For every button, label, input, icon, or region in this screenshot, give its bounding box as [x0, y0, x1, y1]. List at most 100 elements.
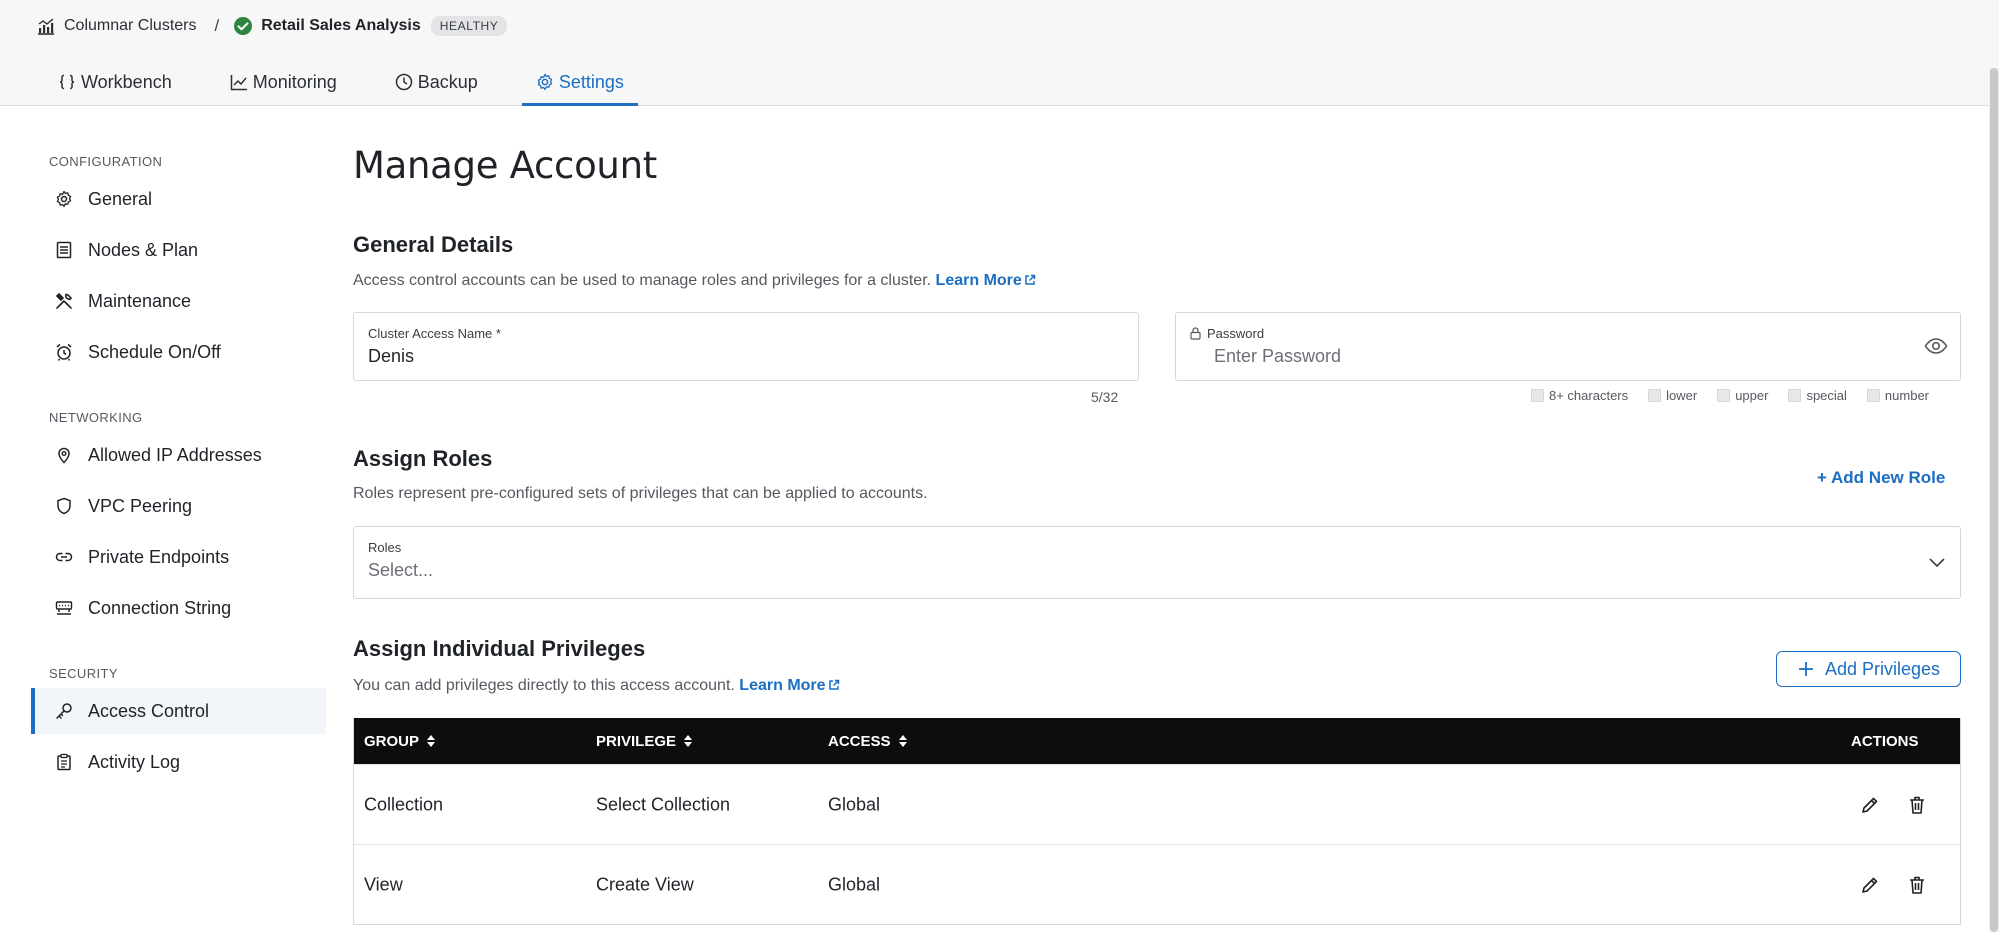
rule-label: lower: [1666, 388, 1698, 403]
password-rule-lower: lower: [1648, 388, 1697, 403]
sort-icon: [427, 735, 436, 747]
cluster-chart-icon: [38, 18, 54, 35]
sidebar-item-activity-log[interactable]: Activity Log: [31, 739, 326, 785]
rule-checkbox: [1648, 389, 1662, 402]
tab-label: Settings: [558, 71, 624, 92]
gear-icon: [537, 73, 553, 91]
general-details-title: General Details: [353, 232, 514, 257]
lock-icon: [1190, 327, 1201, 340]
gear-icon: [56, 190, 72, 208]
breadcrumb-root-link[interactable]: Columnar Clusters: [64, 17, 196, 35]
sidebar-item-label: Private Endpoints: [88, 546, 230, 567]
scrollbar-thumb[interactable]: [1990, 68, 1998, 932]
add-new-role-button[interactable]: + Add New Role: [1817, 468, 1945, 488]
column-header-group[interactable]: GROUP: [364, 733, 436, 750]
sidebar-item-general[interactable]: General: [31, 176, 326, 222]
password-rule-length: 8+ characters: [1531, 388, 1628, 403]
healthy-check-icon: [234, 17, 253, 35]
sidebar-section-configuration: CONFIGURATION: [49, 154, 163, 169]
show-password-eye-icon[interactable]: [1924, 337, 1948, 355]
shield-icon: [57, 497, 71, 515]
external-link-icon: [828, 679, 839, 690]
tab-label: Workbench: [81, 71, 172, 92]
alarm-icon: [56, 343, 72, 361]
sidebar-item-label: Allowed IP Addresses: [88, 444, 262, 465]
tab-bar: Workbench Monitoring Backup Settings: [44, 58, 668, 106]
assign-privileges-title: Assign Individual Privileges: [353, 636, 646, 661]
sidebar-item-label: VPC Peering: [88, 495, 193, 516]
roles-select-placeholder: Select...: [368, 560, 434, 580]
sidebar-item-label: Schedule On/Off: [88, 341, 221, 362]
sidebar-item-connection-string[interactable]: Connection String: [31, 585, 326, 631]
cell-group: Collection: [364, 794, 444, 815]
sidebar-item-label: General: [88, 188, 153, 209]
add-privileges-button[interactable]: Add Privileges: [1776, 651, 1961, 687]
learn-more-link[interactable]: Learn More: [936, 272, 1036, 289]
privileges-table: GROUP PRIVILEGE ACCESS ACTIONS Collectio…: [353, 718, 1961, 925]
table-header: GROUP PRIVILEGE ACCESS ACTIONS: [354, 718, 1960, 764]
clipboard-icon: [57, 753, 71, 771]
sidebar-item-maintenance[interactable]: Maintenance: [31, 278, 326, 324]
tab-monitoring[interactable]: Monitoring: [216, 58, 351, 106]
column-header-label: GROUP: [364, 732, 420, 750]
roles-select[interactable]: Roles Select...: [353, 526, 1961, 599]
tab-workbench[interactable]: Workbench: [44, 58, 186, 106]
cluster-access-name-value[interactable]: Denis: [368, 346, 414, 367]
sidebar-item-label: Access Control: [88, 700, 210, 721]
connection-icon: [55, 601, 73, 615]
tools-icon: [55, 292, 72, 309]
edit-pencil-icon[interactable]: [1860, 795, 1880, 815]
assign-roles-description: Roles represent pre-configured sets of p…: [353, 485, 928, 502]
privileges-learn-more-link[interactable]: Learn More: [739, 677, 839, 694]
plus-icon: [1798, 662, 1813, 676]
password-field[interactable]: Password Enter Password: [1175, 312, 1961, 381]
sidebar-item-nodes-plan[interactable]: Nodes & Plan: [31, 227, 326, 273]
cell-privilege: Create View: [596, 874, 694, 895]
sidebar-item-vpc-peering[interactable]: VPC Peering: [31, 483, 326, 529]
rule-checkbox: [1717, 389, 1731, 402]
tab-backup[interactable]: Backup: [381, 58, 492, 106]
sidebar-item-label: Nodes & Plan: [88, 239, 199, 260]
add-privileges-label: Add Privileges: [1824, 658, 1941, 679]
rule-label: upper: [1735, 388, 1769, 403]
sidebar-item-allowed-ips[interactable]: Allowed IP Addresses: [31, 432, 326, 478]
tab-settings[interactable]: Settings: [521, 58, 638, 106]
roles-select-label: Roles: [368, 540, 402, 555]
sidebar-item-label: Activity Log: [88, 751, 181, 772]
cluster-access-name-field[interactable]: Cluster Access Name * Denis: [353, 312, 1139, 381]
password-rule-upper: upper: [1717, 388, 1768, 403]
column-header-access[interactable]: ACCESS: [828, 733, 908, 750]
edit-pencil-icon[interactable]: [1860, 875, 1880, 895]
rule-checkbox: [1531, 389, 1544, 402]
password-label: Password: [1207, 326, 1265, 341]
tab-label: Monitoring: [252, 71, 337, 92]
cell-access: Global: [828, 874, 881, 895]
cluster-access-name-label: Cluster Access Name *: [368, 326, 501, 341]
breadcrumb: Columnar Clusters / Retail Sales Analysi…: [36, 14, 508, 38]
cell-access: Global: [828, 794, 881, 815]
assign-privileges-description: You can add privileges directly to this …: [353, 677, 840, 695]
page-scrollbar[interactable]: [1989, 68, 1999, 932]
password-rule-special: special: [1788, 388, 1847, 403]
sidebar-item-label: Maintenance: [88, 290, 192, 311]
sidebar-section-security: SECURITY: [49, 666, 118, 681]
settings-sidebar: CONFIGURATION General Nodes & Plan Maint…: [31, 148, 326, 790]
password-input[interactable]: Enter Password: [1214, 346, 1341, 367]
external-link-icon: [1025, 274, 1036, 285]
table-row: Collection Select Collection Global: [354, 764, 1960, 844]
general-description-text: Access control accounts can be used to m…: [353, 272, 932, 289]
rule-label: 8+ characters: [1549, 388, 1629, 403]
learn-more-label: Learn More: [739, 677, 826, 694]
sidebar-item-access-control[interactable]: Access Control: [31, 688, 326, 734]
password-requirements: 8+ characters lower upper special number: [1511, 388, 1929, 403]
key-icon: [56, 703, 72, 719]
sidebar-item-private-endpoints[interactable]: Private Endpoints: [31, 534, 326, 580]
delete-trash-icon[interactable]: [1907, 875, 1927, 895]
general-details-description: Access control accounts can be used to m…: [353, 272, 1036, 290]
breadcrumb-current: Retail Sales Analysis: [261, 17, 421, 34]
password-rule-number: number: [1866, 388, 1929, 403]
sidebar-item-schedule[interactable]: Schedule On/Off: [31, 329, 326, 375]
delete-trash-icon[interactable]: [1907, 795, 1927, 815]
column-header-privilege[interactable]: PRIVILEGE: [596, 733, 693, 750]
column-header-label: PRIVILEGE: [596, 732, 677, 750]
